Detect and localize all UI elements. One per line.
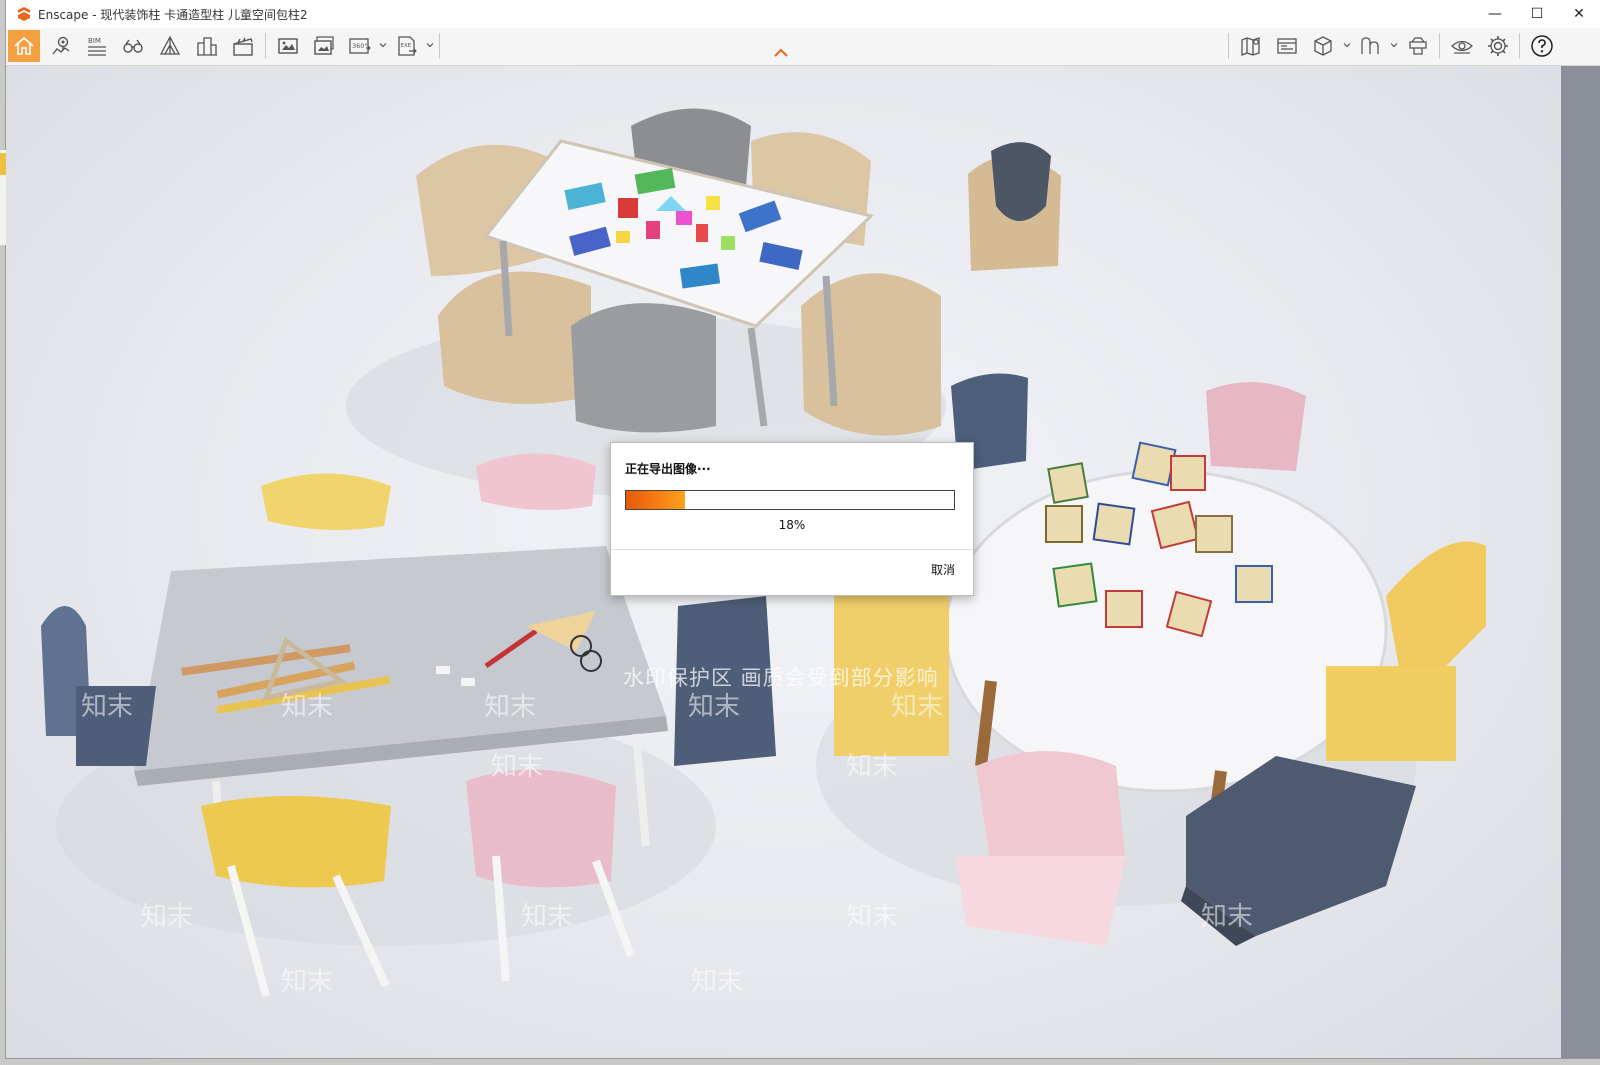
main-toolbar: BIM 360° EXE [6,28,1600,66]
panorama-360-icon: 360° [349,38,371,54]
export-exe-icon: EXE [398,36,417,56]
perspective-button[interactable] [154,30,186,62]
export-progress-dialog: 正在导出图像··· 18% 取消 [610,442,974,596]
minimize-button[interactable]: — [1474,0,1516,28]
watermark-tile: 知末 [846,902,899,932]
watermark-tile: 知末 [891,692,944,722]
maximize-button[interactable]: ☐ [1516,0,1558,28]
progress-bar [625,490,955,510]
chevron-down-icon[interactable] [1343,41,1351,49]
toolbar-separator [1439,33,1440,59]
atmosphere-icon [1277,38,1297,54]
watermark-tile: 知末 [1201,902,1254,932]
help-button[interactable] [1526,30,1558,62]
watermark-tile: 知末 [281,967,334,997]
render-image-button[interactable] [272,30,304,62]
perspective-icon [159,35,181,55]
bim-button[interactable]: BIM [81,30,113,62]
enscape-logo-icon [18,7,30,21]
window-title: Enscape - 现代装饰柱 卡通造型柱 儿童空间包柱2 [38,7,308,22]
bim-label: BIM [88,37,101,45]
eye-icon [1451,40,1473,54]
watermark-tile: 知末 [846,752,899,782]
background-window-edge [0,150,6,245]
maximize-icon: ☐ [1530,6,1544,22]
title-bar[interactable]: Enscape - 现代装饰柱 卡通造型柱 儿童空间包柱2 — ☐ ✕ [6,0,1600,28]
asset-library-icon [1361,37,1379,54]
map-icon [1241,37,1260,56]
watermark-tile: 知末 [688,692,741,722]
collapse-toolbar-icon[interactable] [773,48,789,58]
dialog-divider [611,549,973,550]
batch-render-icon [314,36,334,55]
enscape-window: Enscape - 现代装饰柱 卡通造型柱 儿童空间包柱2 — ☐ ✕ BIM [6,0,1600,1058]
watermark-tile: 知末 [141,902,194,932]
export-exe-label: EXE [401,43,412,49]
map-button[interactable] [1235,30,1267,62]
location-pin-icon [52,36,70,55]
render-image-icon [278,38,298,54]
help-icon [1531,35,1553,57]
cancel-button[interactable]: 取消 [931,561,955,578]
cube-icon [1314,36,1332,56]
close-icon: ✕ [1573,6,1585,22]
binoculars-icon [123,39,143,53]
watermark-tile: 知末 [281,692,334,722]
bim-icon: BIM [88,37,106,56]
window-controls: — ☐ ✕ [1474,0,1600,28]
progress-fill [626,491,686,509]
capture-button[interactable] [1402,30,1434,62]
chevron-down-icon[interactable] [426,41,434,49]
home-icon [14,36,34,55]
toolbar-separator [439,33,440,59]
location-button[interactable] [45,30,77,62]
toolbar-separator [1228,33,1229,59]
export-exe-button[interactable]: EXE [391,30,423,62]
atmosphere-button[interactable] [1271,30,1303,62]
watermark-tile: 知末 [691,967,744,997]
asset-library-button[interactable] [1354,30,1386,62]
watermark-tile: 知末 [521,902,574,932]
minimize-icon: — [1488,6,1502,22]
dialog-title: 正在导出图像··· [625,462,711,476]
home-button[interactable] [8,30,40,62]
panorama-360-label: 360° [352,42,368,50]
buildings-icon [197,37,217,56]
watermark-tile: 知末 [491,752,544,782]
settings-gear-icon [1488,36,1508,56]
cube-view-button[interactable] [1307,30,1339,62]
capture-icon [1409,37,1427,55]
folder-icon [0,153,6,175]
background-strip [1561,66,1600,1058]
toolbar-separator [1519,33,1520,59]
batch-render-button[interactable] [308,30,340,62]
chevron-down-icon[interactable] [379,41,387,49]
visual-settings-button[interactable] [1446,30,1478,62]
close-button[interactable]: ✕ [1558,0,1600,28]
toolbar-separator [265,33,266,59]
buildings-button[interactable] [191,30,223,62]
settings-button[interactable] [1482,30,1514,62]
watermark-tile: 知末 [81,692,134,722]
chevron-down-icon[interactable] [1390,41,1398,49]
progress-percent: 18% [778,518,806,532]
clapper-icon [233,37,253,56]
watermark-tile: 知末 [484,692,537,722]
views-button[interactable] [117,30,149,62]
video-editor-button[interactable] [227,30,259,62]
panorama-360-button[interactable]: 360° [344,30,376,62]
